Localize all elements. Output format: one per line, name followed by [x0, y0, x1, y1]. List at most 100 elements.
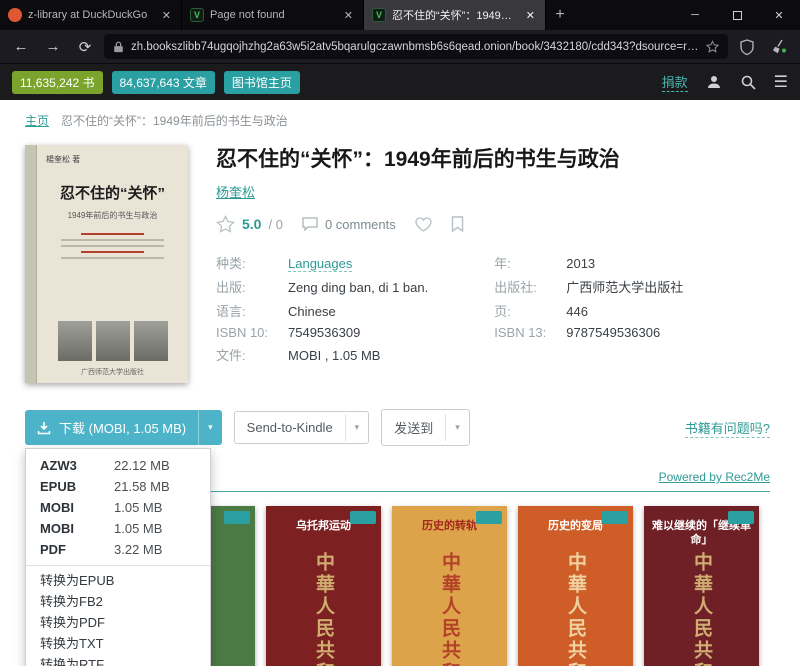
download-button-label: 下载 (MOBI, 1.05 MB) [59, 418, 186, 437]
tab-close-icon[interactable]: ✕ [524, 9, 537, 22]
cover-subtitle: 1949年前后的书生与政治 [68, 210, 158, 221]
detail-label: 出版社: [494, 277, 566, 296]
format-size: 21.58 MB [114, 480, 170, 493]
forward-button[interactable]: → [40, 34, 66, 60]
convert-to-fb2[interactable]: 转换为FB2 [26, 591, 210, 612]
related-book-series: 中華人民共和國史 [436, 552, 463, 666]
book-main-section: 楊奎松 著 忍不住的“关怀” 1949年前后的书生与政治 广西师范大学出版社 忍… [0, 133, 800, 383]
send-to-kindle-button[interactable]: Send-to-Kindle ▾ [234, 411, 370, 444]
minimize-button[interactable]: ─ [674, 0, 716, 30]
detail-value: Zeng ding ban, di 1 ban. [288, 280, 428, 295]
tab-page-not-found[interactable]: V Page not found ✕ [182, 0, 364, 30]
library-home-badge[interactable]: 图书馆主页 [224, 71, 300, 94]
page-content: 11,635,242 书 84,637,643 文章 图书馆主页 捐款 ☰ 主页… [0, 64, 800, 666]
cover-spine [25, 145, 37, 383]
detail-value: Chinese [288, 304, 336, 319]
detail-row: 文件: MOBI , 1.05 MB [216, 345, 428, 364]
rating-row: 5.0 / 0 0 comments [216, 215, 775, 233]
shield-icon[interactable] [734, 34, 760, 60]
format-option-epub[interactable]: EPUB 21.58 MB [26, 476, 210, 497]
send-to-button[interactable]: 发送到 ▾ [381, 409, 470, 446]
format-option-mobi-2[interactable]: MOBI 1.05 MB [26, 518, 210, 539]
cover-title: 忍不住的“关怀” [60, 185, 165, 204]
breadcrumb-home-link[interactable]: 主页 [25, 112, 49, 129]
book-cover[interactable]: 楊奎松 著 忍不住的“关怀” 1949年前后的书生与政治 广西师范大学出版社 [25, 145, 188, 383]
convert-to-rtf[interactable]: 转换为RTF [26, 654, 210, 666]
bookmark-icon[interactable] [451, 216, 464, 232]
back-button[interactable]: ← [8, 34, 34, 60]
tab-close-icon[interactable]: ✕ [342, 9, 355, 22]
tab-title: 忍不住的“关怀”：1949年前后... [392, 7, 518, 23]
categories-link[interactable]: Languages [288, 256, 352, 272]
cover-text-lines [61, 233, 165, 263]
tab-close-icon[interactable]: ✕ [160, 9, 173, 22]
favorite-heart-icon[interactable] [415, 217, 432, 232]
detail-label: ISBN 13: [494, 325, 566, 340]
detail-label: 文件: [216, 345, 288, 364]
chevron-down-icon: ▾ [345, 414, 369, 441]
menu-icon[interactable]: ☰ [774, 72, 788, 92]
actions-row: 下载 (MOBI, 1.05 MB) ▾ AZW3 22.12 MB EPUB … [25, 409, 770, 446]
duckduckgo-favicon [8, 8, 22, 22]
author-link[interactable]: 杨奎松 [216, 182, 255, 201]
star-icon[interactable] [216, 215, 235, 233]
format-size: 22.12 MB [114, 459, 170, 472]
broom-icon[interactable] [766, 34, 792, 60]
download-button[interactable]: 下载 (MOBI, 1.05 MB) [25, 410, 198, 445]
detail-row: 出版社: 广西师范大学出版社 [494, 277, 683, 296]
format-option-mobi[interactable]: MOBI 1.05 MB [26, 497, 210, 518]
maximize-button[interactable] [716, 0, 758, 30]
related-book-series: 中華人民共和國史 [310, 552, 337, 666]
donate-link[interactable]: 捐款 [662, 72, 688, 92]
comment-icon [302, 217, 318, 231]
tab-book-page-active[interactable]: V 忍不住的“关怀”：1949年前后... ✕ [364, 0, 546, 30]
convert-to-pdf[interactable]: 转换为PDF [26, 612, 210, 633]
breadcrumb-current: 忍不住的“关怀”：1949年前后的书生与政治 [61, 112, 288, 129]
books-count-badge[interactable]: 11,635,242 书 [12, 71, 103, 94]
convert-to-epub[interactable]: 转换为EPUB [26, 570, 210, 591]
url-bar[interactable]: zh.bookszlibb74ugqojhzhg2a63w5i2atv5bqar… [104, 34, 728, 59]
search-icon[interactable] [740, 74, 756, 90]
detail-row: ISBN 13: 9787549536306 [494, 325, 683, 340]
format-name: PDF [40, 543, 114, 556]
new-tab-button[interactable]: + [546, 0, 574, 30]
close-button[interactable]: ✕ [758, 0, 800, 30]
format-name: MOBI [40, 522, 114, 535]
related-book-cover-5[interactable]: 难以继续的「继续革命」 中華人民共和國史 [644, 506, 759, 666]
format-option-azw3[interactable]: AZW3 22.12 MB [26, 455, 210, 476]
cover-badge [602, 511, 628, 524]
detail-value: 7549536309 [288, 325, 360, 340]
profile-icon[interactable] [706, 74, 722, 90]
tab-title: Page not found [210, 9, 336, 21]
format-name: EPUB [40, 480, 114, 493]
book-info: 忍不住的“关怀”：1949年前后的书生与政治 杨奎松 5.0 / 0 0 com… [216, 145, 775, 383]
chevron-down-icon: ▾ [445, 414, 469, 441]
articles-count-badge[interactable]: 84,637,643 文章 [112, 71, 215, 94]
cover-badge [728, 511, 754, 524]
zlibrary-favicon: V [190, 8, 204, 22]
cover-photo [134, 321, 168, 361]
related-book-cover-2[interactable]: 乌托邦运动 中華人民共和國史 [266, 506, 381, 666]
lock-icon [113, 41, 124, 53]
format-option-pdf[interactable]: PDF 3.22 MB [26, 539, 210, 560]
url-text[interactable]: zh.bookszlibb74ugqojhzhg2a63w5i2atv5bqar… [131, 41, 699, 53]
comments-count[interactable]: 0 comments [325, 217, 396, 232]
reload-button[interactable]: ⟳ [72, 34, 98, 60]
format-size: 1.05 MB [114, 522, 162, 535]
details-left-column: 种类: Languages 出版: Zeng ding ban, di 1 ba… [216, 253, 428, 364]
rating-score: 5.0 [242, 216, 261, 232]
detail-row: 页: 446 [494, 301, 683, 320]
browser-window: z-library at DuckDuckGo ✕ V Page not fou… [0, 0, 800, 666]
related-book-cover-3[interactable]: 历史的转轨 中華人民共和國史 [392, 506, 507, 666]
cover-photos [58, 321, 168, 361]
detail-row: 种类: Languages [216, 253, 428, 272]
download-format-dropdown-toggle[interactable]: ▾ [198, 410, 222, 445]
related-book-cover-4[interactable]: 历史的变局 中華人民共和國史 [518, 506, 633, 666]
cover-photo [96, 321, 130, 361]
bookmark-star-icon[interactable] [706, 40, 719, 53]
convert-to-txt[interactable]: 转换为TXT [26, 633, 210, 654]
tab-duckduckgo[interactable]: z-library at DuckDuckGo ✕ [0, 0, 182, 30]
report-issue-link[interactable]: 书籍有问题吗? [685, 418, 770, 438]
maximize-icon [733, 11, 742, 20]
powered-by-link[interactable]: Powered by Rec2Me [659, 470, 770, 484]
